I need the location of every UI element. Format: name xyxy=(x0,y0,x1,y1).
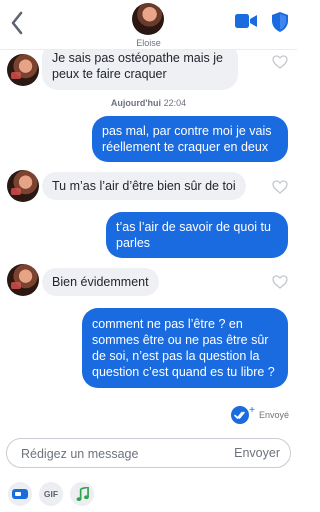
incoming-message: Je sais pas ostéopathe mais je peux te f… xyxy=(42,50,238,90)
contact-avatar[interactable] xyxy=(132,3,164,35)
day-timestamp: Aujourd'hui 22:04 xyxy=(0,98,297,108)
sticker-icon xyxy=(12,489,28,499)
like-heart-icon[interactable] xyxy=(272,180,288,194)
incoming-message: Bien évidemment xyxy=(42,268,159,296)
send-button[interactable]: Envoyer xyxy=(234,446,280,460)
video-call-icon[interactable] xyxy=(235,13,257,29)
plus-icon: + xyxy=(249,404,255,416)
message-composer[interactable]: Envoyer xyxy=(6,438,291,468)
sent-status-label: Envoyé xyxy=(258,410,289,420)
gif-button[interactable]: GIF xyxy=(39,482,63,506)
chat-header: Eloise xyxy=(0,0,297,50)
contact-name[interactable]: Eloise xyxy=(0,38,297,48)
message-thread[interactable]: Je sais pas ostéopathe mais je peux te f… xyxy=(0,50,297,432)
outgoing-message: pas mal, par contre moi je vais réelleme… xyxy=(92,116,288,162)
outgoing-message: t’as l’air de savoir de quoi tu parles xyxy=(106,212,288,258)
contact-avatar-small[interactable] xyxy=(7,54,39,86)
sent-check-icon xyxy=(231,406,250,424)
delivery-status: + Envoyé xyxy=(231,404,289,424)
outgoing-message: comment ne pas l’être ? en sommes être o… xyxy=(82,308,288,388)
contact-avatar-small[interactable] xyxy=(7,264,39,296)
music-button[interactable] xyxy=(70,482,94,506)
music-icon xyxy=(76,486,89,501)
attachment-toolbar: GIF xyxy=(0,478,297,512)
like-heart-icon[interactable] xyxy=(272,55,288,69)
sticker-button[interactable] xyxy=(8,482,32,506)
timestamp-day: Aujourd'hui xyxy=(110,98,162,108)
gif-icon: GIF xyxy=(43,489,59,499)
timestamp-time: 22:04 xyxy=(163,98,187,108)
contact-avatar-small[interactable] xyxy=(7,170,39,202)
shield-icon[interactable] xyxy=(271,12,289,32)
like-heart-icon[interactable] xyxy=(272,275,288,289)
incoming-message: Tu m’as l’air d’être bien sûr de toi xyxy=(42,172,246,200)
back-chevron-icon[interactable] xyxy=(8,10,28,36)
message-input[interactable] xyxy=(21,445,211,463)
